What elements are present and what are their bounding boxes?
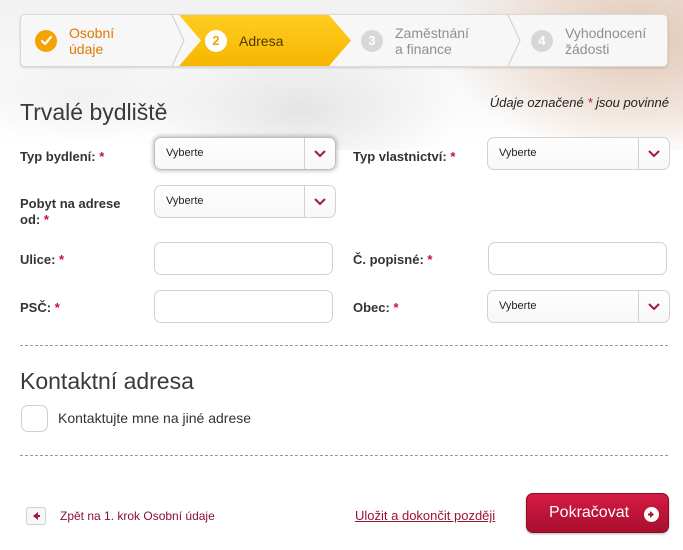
city-select[interactable]: Vyberte [487,290,670,323]
step-number-badge: 3 [361,29,383,52]
chevron-down-icon [638,138,669,169]
step-label: Adresa [239,32,284,49]
street-label: Ulice: * [20,252,65,267]
chevron-down-icon [638,291,669,322]
section-divider [20,455,668,456]
ownership-type-select[interactable]: Vyberte [487,137,670,170]
section-divider [20,345,668,346]
chevron-down-icon [304,138,335,169]
step-address[interactable]: 2 Adresa [179,15,351,66]
continue-button[interactable]: Pokračovat [526,493,669,533]
other-contact-address-checkbox[interactable] [21,405,48,432]
checkmark-icon [35,29,57,52]
stay-since-select[interactable]: Vyberte [154,185,336,218]
step-label: Zaměstnání a finance [395,24,469,57]
house-number-label: Č. popisné: * [353,252,433,267]
step-separator-chevron [507,15,521,66]
step-application-evaluation: 4 Vyhodnocení žádosti [531,15,671,66]
save-and-finish-later-link[interactable]: Uložit a dokončit později [355,508,495,523]
ownership-type-label: Typ vlastnictví: * [353,149,456,164]
housing-type-select[interactable]: Vyberte [154,137,336,170]
arrow-right-icon [644,507,659,522]
section-title-permanent-address: Trvalé bydliště [20,99,168,125]
step-label: Osobní údaje [69,24,115,57]
city-label: Obec: * [353,300,399,315]
other-contact-address-label[interactable]: Kontaktujte mne na jiné adrese [58,410,251,426]
house-number-input[interactable] [488,242,667,275]
zip-label: PSČ: * [20,300,60,315]
step-number-badge: 4 [531,29,553,52]
step-label: Vyhodnocení žádosti [565,24,647,57]
step-employment-finance: 3 Zaměstnání a finance [361,15,521,66]
housing-type-label: Typ bydlení: * [20,149,105,164]
step-number-badge: 2 [205,29,227,52]
continue-button-label: Pokračovat [549,504,630,521]
zip-input[interactable] [154,290,333,323]
step-separator-chevron [171,15,185,66]
chevron-down-icon [304,186,335,217]
back-link-label: Zpět na 1. krok Osobní údaje [60,509,215,523]
back-to-step-1-link[interactable]: Zpět na 1. krok Osobní údaje [26,507,215,525]
progress-stepper: Osobní údaje 2 Adresa 3 Zaměstnání a finan… [20,14,668,67]
step-personal-details[interactable]: Osobní údaje [35,15,185,66]
section-title-contact-address: Kontaktní adresa [20,368,194,394]
stay-since-label: Pobyt na adrese od: * [20,196,121,227]
required-fields-note: Údaje označené * jsou povinné [489,95,669,110]
street-input[interactable] [154,242,333,275]
arrow-left-icon [26,507,46,525]
